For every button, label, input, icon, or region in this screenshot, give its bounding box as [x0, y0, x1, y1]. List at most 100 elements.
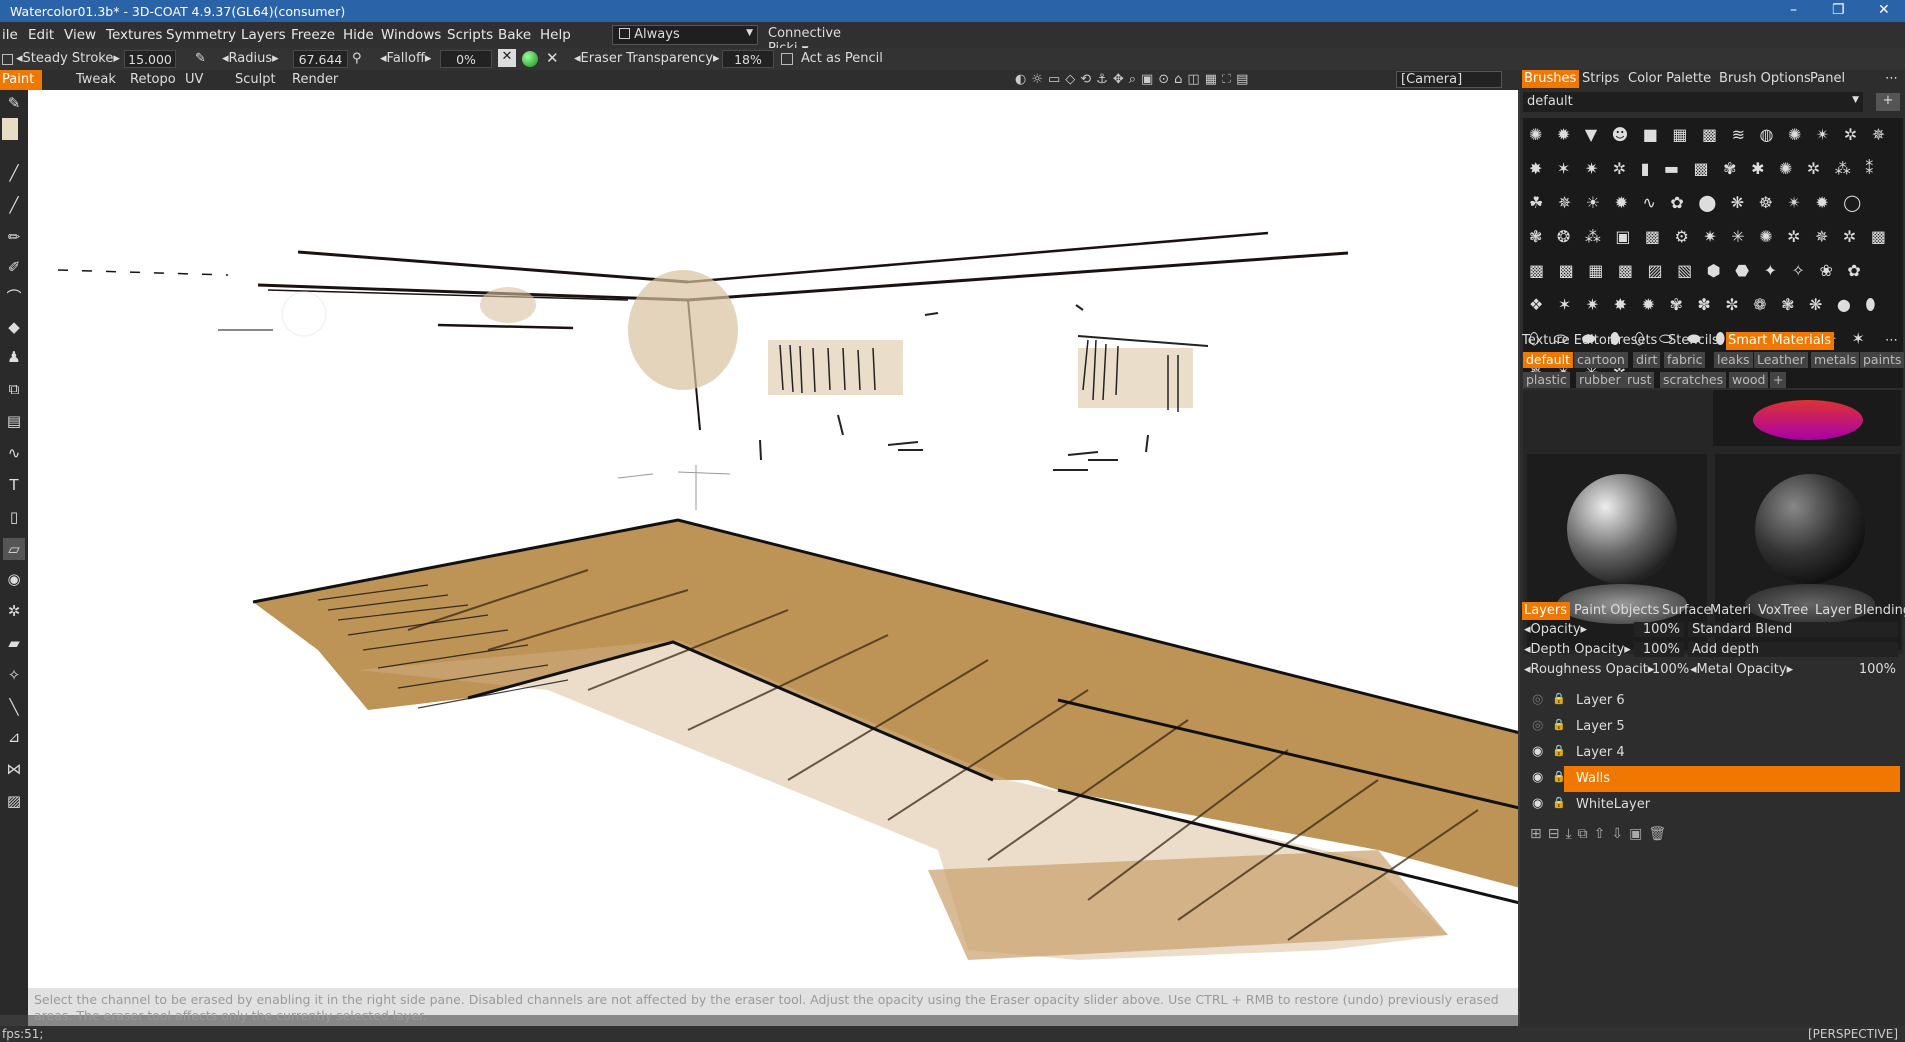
restore-button[interactable]: ❐: [1832, 2, 1845, 18]
curve-icon[interactable]: ∿: [3, 442, 25, 464]
stamp-icon[interactable]: ♟: [3, 346, 25, 368]
lock-icon[interactable]: 🔒: [1552, 770, 1566, 783]
tag-metals[interactable]: metals: [1811, 352, 1860, 368]
tab-paint-objects[interactable]: Paint Objects: [1574, 603, 1659, 618]
layer-row-walls[interactable]: ◉ 🔒 Walls: [1526, 766, 1900, 792]
tag-rubber[interactable]: rubber: [1576, 372, 1624, 388]
menu-scripts[interactable]: Scripts: [447, 27, 493, 43]
butterfly-icon[interactable]: ⋈: [3, 758, 25, 780]
tab-sculpt[interactable]: Sculpt: [235, 72, 276, 87]
gear-icon[interactable]: ✲: [3, 600, 25, 622]
tag-plastic[interactable]: plastic: [1523, 372, 1570, 388]
menu-help[interactable]: Help: [540, 27, 571, 43]
brush-icon[interactable]: ✎: [3, 92, 25, 114]
tab-smart-materials[interactable]: Smart Materials: [1726, 332, 1835, 350]
tag-scratches[interactable]: scratches: [1660, 372, 1727, 388]
tag-leather[interactable]: Leather: [1754, 352, 1808, 368]
falloff-input[interactable]: 0%: [440, 50, 492, 68]
hidden-eye-icon[interactable]: ◎: [1532, 718, 1548, 734]
add-preset-button[interactable]: +: [1876, 93, 1900, 111]
tab-texture-editor[interactable]: Texture Editor: [1522, 333, 1612, 348]
tab-paint[interactable]: Paint: [0, 70, 43, 90]
layer-row-5[interactable]: ◎ 🔒 Layer 5: [1526, 714, 1900, 740]
tab-layer[interactable]: Layer: [1815, 603, 1851, 618]
eye-icon[interactable]: ◉: [1532, 770, 1548, 786]
material-chrome[interactable]: [1527, 454, 1707, 650]
close-button[interactable]: ✕: [1878, 2, 1890, 18]
layer-actions-icons[interactable]: ⊞⊟⤓⧉⇧⇩▣🗑: [1530, 826, 1672, 842]
search-icon[interactable]: ⚲: [352, 51, 362, 66]
radius-input[interactable]: 67.644: [293, 50, 348, 68]
scene-canvas[interactable]: [28, 90, 1518, 1015]
pencil-icon[interactable]: ✎: [195, 51, 206, 66]
pen-icon[interactable]: ╱: [3, 162, 25, 184]
tab-layers[interactable]: Layers: [1522, 602, 1571, 620]
menu-symmetry[interactable]: Symmetry: [166, 27, 236, 43]
tab-voxtree[interactable]: VoxTree: [1758, 603, 1808, 618]
hidden-eye-icon[interactable]: ◎: [1532, 692, 1548, 708]
lock-icon[interactable]: 🔒: [1552, 718, 1566, 731]
tab-surface[interactable]: Surface: [1662, 603, 1712, 618]
material-preview-top[interactable]: [1713, 390, 1901, 446]
tag-rust[interactable]: rust: [1624, 372, 1655, 388]
minimize-button[interactable]: –: [1790, 2, 1797, 18]
opacity-input[interactable]: 100%: [1634, 622, 1684, 637]
lock-icon[interactable]: 🔒: [1552, 796, 1566, 809]
connective-dropdown[interactable]: Connective Picki ▼: [762, 25, 880, 56]
marker-icon[interactable]: ✐: [3, 256, 25, 278]
tab-blending[interactable]: Blending: [1854, 603, 1905, 618]
color-swatch[interactable]: [2, 118, 18, 140]
tag-paints[interactable]: paints: [1860, 352, 1905, 368]
tag-fabric[interactable]: fabric: [1664, 352, 1706, 368]
picker-icon[interactable]: ╲: [3, 696, 25, 718]
blend-mode-dropdown[interactable]: Standard Blend: [1688, 622, 1898, 637]
close-icon[interactable]: ✕: [546, 49, 559, 67]
eye-icon[interactable]: ◉: [3, 568, 25, 590]
pencil-tool-icon[interactable]: ✏: [3, 226, 25, 248]
transparency-input[interactable]: 18%: [722, 50, 774, 68]
tab-color-palette[interactable]: Color Palette: [1628, 71, 1711, 86]
tag-default[interactable]: default: [1523, 352, 1573, 368]
tab-render[interactable]: Render: [292, 72, 338, 87]
tab-strips[interactable]: Strips: [1582, 71, 1619, 86]
doc-icon[interactable]: ▯: [3, 506, 25, 528]
roughness-input[interactable]: 100%: [1652, 662, 1689, 677]
text-icon[interactable]: T: [3, 474, 25, 496]
depth-mode-dropdown[interactable]: Add depth: [1688, 642, 1898, 657]
menu-file[interactable]: ile: [2, 27, 18, 43]
brush-preset-dropdown[interactable]: default ▼: [1523, 92, 1863, 112]
lock-icon[interactable]: 🔒: [1552, 744, 1566, 757]
clear-icon[interactable]: ✕: [498, 49, 516, 67]
menu-textures[interactable]: Textures: [106, 27, 162, 43]
material-dark-metal[interactable]: [1715, 454, 1901, 650]
tag-cartoon[interactable]: cartoon: [1574, 352, 1628, 368]
act-as-pencil-checkbox[interactable]: [781, 53, 793, 65]
lock-icon[interactable]: 🔒: [1552, 692, 1566, 705]
line-icon[interactable]: ╱: [3, 194, 25, 216]
tab-retopo[interactable]: Retopo: [130, 72, 176, 87]
tab-stencils[interactable]: Stencils: [1668, 333, 1719, 348]
viewport-3d[interactable]: [28, 90, 1518, 1015]
menu-bake[interactable]: Bake: [498, 27, 531, 43]
more-icon[interactable]: ⋯: [1885, 333, 1898, 348]
ruler-icon[interactable]: ▰: [3, 632, 25, 654]
eraser-icon[interactable]: ▱: [3, 538, 25, 560]
menu-view[interactable]: View: [64, 27, 96, 43]
tab-uv[interactable]: UV: [185, 72, 203, 87]
always-checkbox[interactable]: [619, 28, 630, 39]
eye-icon[interactable]: ◉: [1532, 744, 1548, 760]
tab-materi[interactable]: Materi: [1710, 603, 1751, 618]
steady-stroke-input[interactable]: 15.000: [124, 50, 176, 68]
layer-row-white[interactable]: ◉ 🔒 WhiteLayer: [1526, 792, 1900, 818]
layer-row-6[interactable]: ◎ 🔒 Layer 6: [1526, 688, 1900, 714]
menu-freeze[interactable]: Freeze: [291, 27, 335, 43]
menu-hide[interactable]: Hide: [343, 27, 374, 43]
metal-input[interactable]: 100%: [1846, 662, 1896, 677]
add-tag-button[interactable]: +: [1770, 372, 1787, 388]
fill-icon[interactable]: ◆: [3, 316, 25, 338]
tag-dirt[interactable]: dirt: [1633, 352, 1661, 368]
menu-windows[interactable]: Windows: [381, 27, 441, 43]
color-sphere-icon[interactable]: [522, 51, 538, 67]
copy-icon[interactable]: ⧉: [3, 378, 25, 400]
more-icon[interactable]: ⋯: [1885, 71, 1898, 86]
